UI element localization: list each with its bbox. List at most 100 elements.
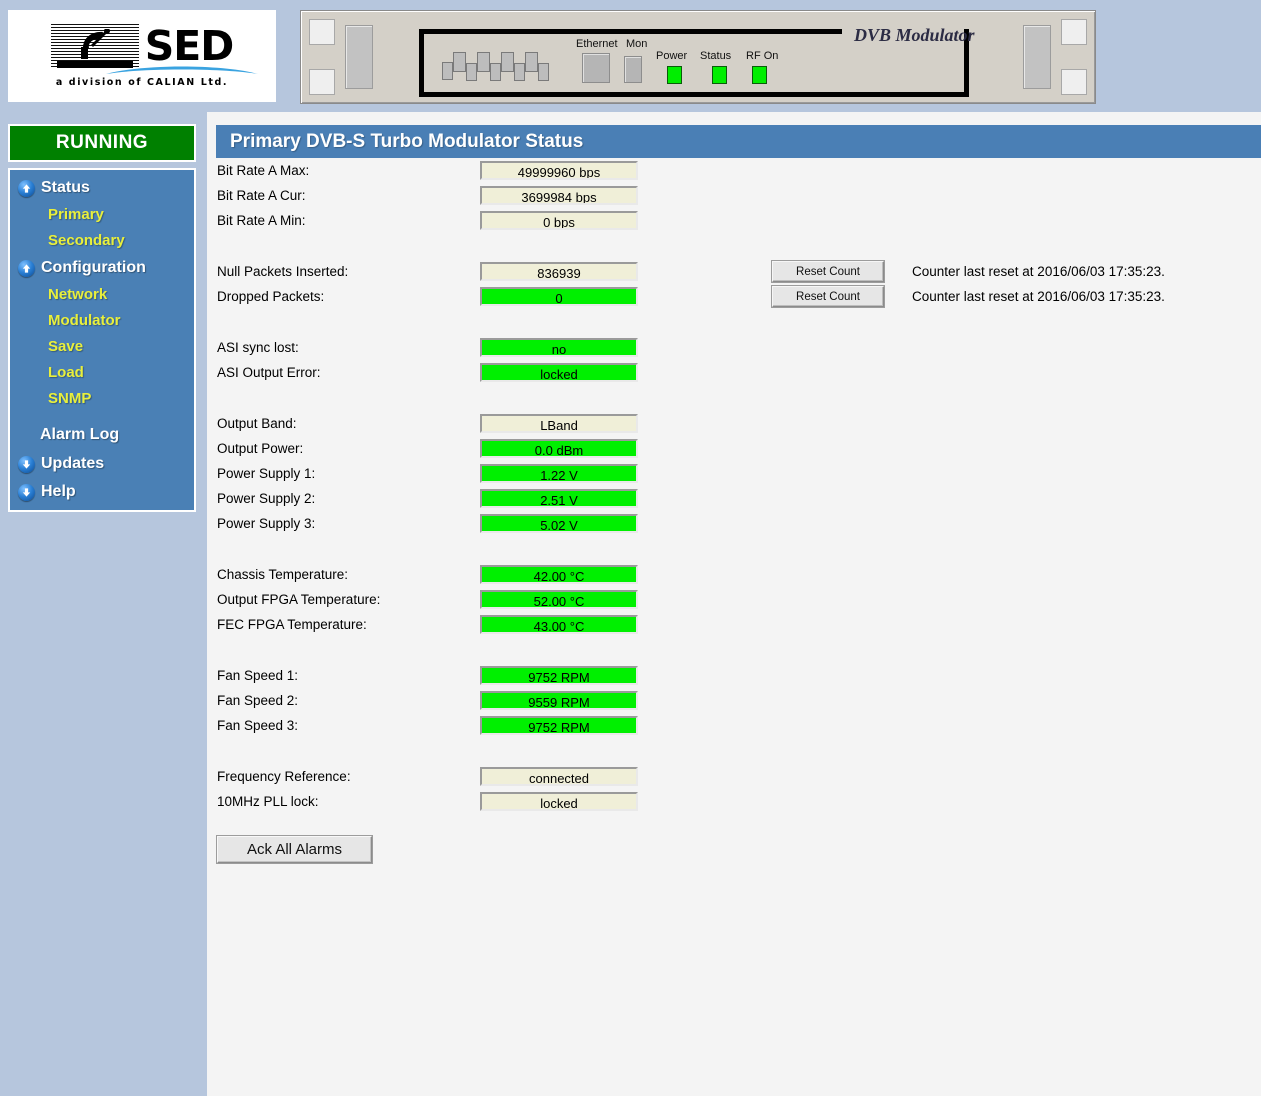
connector-block bbox=[538, 63, 549, 81]
row-value: connected bbox=[480, 767, 638, 786]
ethernet-port bbox=[582, 53, 610, 83]
sidebar-item-network[interactable]: Network bbox=[10, 282, 194, 308]
row-value: 9752 RPM bbox=[480, 716, 638, 735]
row-label: Bit Rate A Max: bbox=[217, 163, 309, 178]
row-label: Chassis Temperature: bbox=[217, 567, 348, 582]
row-value: 43.00 °C bbox=[480, 615, 638, 634]
status-row: Output Power: 0.0 dBm bbox=[207, 436, 1261, 461]
nav-spacer bbox=[10, 412, 194, 420]
sidebar-group-label: Status bbox=[41, 179, 90, 197]
row-value: locked bbox=[480, 363, 638, 382]
row-value: 836939 bbox=[480, 262, 638, 281]
row-value: 0 bbox=[480, 287, 638, 306]
row-label: Power Supply 3: bbox=[217, 516, 315, 531]
status-row: ASI Output Error: locked bbox=[207, 360, 1261, 385]
ack-all-alarms-button[interactable]: Ack All Alarms bbox=[217, 836, 372, 863]
section-spacer bbox=[207, 814, 1261, 834]
status-row: FEC FPGA Temperature: 43.00 °C bbox=[207, 612, 1261, 637]
row-value: 3699984 bps bbox=[480, 186, 638, 205]
status-led bbox=[712, 66, 727, 84]
reset-dropped-packets-button[interactable]: Reset Count bbox=[772, 286, 884, 307]
power-led-label: Power bbox=[656, 50, 687, 62]
row-label: Output Band: bbox=[217, 416, 297, 431]
dish-glyph bbox=[77, 29, 111, 61]
reset-timestamp-note: Counter last reset at 2016/06/03 17:35:2… bbox=[912, 289, 1165, 304]
status-row: ASI sync lost: no bbox=[207, 335, 1261, 360]
row-value: 9752 RPM bbox=[480, 666, 638, 685]
row-label: ASI sync lost: bbox=[217, 340, 299, 355]
row-label: Power Supply 1: bbox=[217, 466, 315, 481]
row-label: ASI Output Error: bbox=[217, 365, 321, 380]
sed-logo: SED a division of CALIAN Ltd. bbox=[8, 10, 276, 102]
reset-null-packets-button[interactable]: Reset Count bbox=[772, 261, 884, 282]
row-label: Fan Speed 3: bbox=[217, 718, 298, 733]
status-row: Output Band: LBand bbox=[207, 411, 1261, 436]
row-label: Output Power: bbox=[217, 441, 303, 456]
rf-on-led bbox=[752, 66, 767, 84]
reset-timestamp-note: Counter last reset at 2016/06/03 17:35:2… bbox=[912, 264, 1165, 279]
row-value: 9559 RPM bbox=[480, 691, 638, 710]
row-value: 52.00 °C bbox=[480, 590, 638, 609]
logo-tagline: a division of CALIAN Ltd. bbox=[56, 77, 228, 88]
connector-block bbox=[514, 63, 525, 81]
connector-block bbox=[477, 52, 490, 72]
sidebar-group-help[interactable]: Help bbox=[10, 478, 194, 506]
sidebar-item-save[interactable]: Save bbox=[10, 334, 194, 360]
connector-block bbox=[490, 63, 501, 81]
sidebar-item-modulator[interactable]: Modulator bbox=[10, 308, 194, 334]
row-value: 1.22 V bbox=[480, 464, 638, 483]
status-row: Power Supply 1: 1.22 V bbox=[207, 461, 1261, 486]
connector-block bbox=[442, 62, 453, 80]
connector-block bbox=[525, 52, 538, 72]
sidebar-item-load[interactable]: Load bbox=[10, 360, 194, 386]
sidebar-item-snmp[interactable]: SNMP bbox=[10, 386, 194, 412]
front-panel-face: DVB Modulator Ethernet Mon Power Status … bbox=[419, 29, 969, 97]
row-value: 49999960 bps bbox=[480, 161, 638, 180]
mon-port bbox=[624, 56, 642, 83]
row-value: 0 bps bbox=[480, 211, 638, 230]
row-label: Fan Speed 2: bbox=[217, 693, 298, 708]
section-spacer bbox=[207, 536, 1261, 562]
status-led-label: Status bbox=[700, 50, 731, 62]
sidebar-group-configuration[interactable]: Configuration bbox=[10, 254, 194, 282]
sidebar-group-label: Configuration bbox=[41, 259, 146, 277]
sidebar-group-updates[interactable]: Updates bbox=[10, 450, 194, 478]
section-spacer bbox=[207, 637, 1261, 663]
logo-wordmark: SED bbox=[145, 26, 234, 66]
main-content: Primary DVB-S Turbo Modulator Status Bit… bbox=[207, 112, 1261, 1096]
row-value: 5.02 V bbox=[480, 514, 638, 533]
device-front-panel-graphic: DVB Modulator Ethernet Mon Power Status … bbox=[300, 10, 1096, 104]
section-spacer bbox=[207, 309, 1261, 335]
status-row: Power Supply 2: 2.51 V bbox=[207, 486, 1261, 511]
row-value: 0.0 dBm bbox=[480, 439, 638, 458]
status-rows: Bit Rate A Max: 49999960 bps Bit Rate A … bbox=[207, 158, 1261, 864]
page-header: Primary DVB-S Turbo Modulator Status bbox=[216, 125, 1261, 158]
row-label: Bit Rate A Min: bbox=[217, 213, 306, 228]
page-title: Primary DVB-S Turbo Modulator Status bbox=[230, 131, 583, 153]
mon-port-label: Mon bbox=[626, 38, 647, 50]
row-label: Fan Speed 1: bbox=[217, 668, 298, 683]
connector-block bbox=[466, 63, 477, 81]
connector-block bbox=[501, 52, 514, 72]
rack-screw bbox=[309, 69, 335, 95]
section-spacer bbox=[207, 738, 1261, 764]
power-led bbox=[667, 66, 682, 84]
sidebar-item-alarm-log[interactable]: Alarm Log bbox=[10, 420, 194, 450]
sidebar-group-label: Help bbox=[41, 483, 76, 501]
rack-screw bbox=[309, 19, 335, 45]
sidebar-item-secondary[interactable]: Secondary bbox=[10, 228, 194, 254]
row-label: Null Packets Inserted: bbox=[217, 264, 348, 279]
row-label: FEC FPGA Temperature: bbox=[217, 617, 367, 632]
arrow-up-circle-icon bbox=[18, 260, 35, 277]
ethernet-port-label: Ethernet bbox=[576, 38, 618, 50]
status-row: Bit Rate A Min: 0 bps bbox=[207, 208, 1261, 233]
status-row: Power Supply 3: 5.02 V bbox=[207, 511, 1261, 536]
sidebar: RUNNING Status Primary Secondary Configu… bbox=[0, 112, 207, 1096]
top-banner: SED a division of CALIAN Ltd. DVB Modula… bbox=[0, 0, 1261, 112]
sidebar-item-primary[interactable]: Primary bbox=[10, 202, 194, 228]
rack-screw bbox=[1061, 69, 1087, 95]
device-title: DVB Modulator bbox=[854, 25, 975, 46]
sidebar-group-status[interactable]: Status bbox=[10, 174, 194, 202]
status-row: Frequency Reference: connected bbox=[207, 764, 1261, 789]
status-row: Fan Speed 1: 9752 RPM bbox=[207, 663, 1261, 688]
